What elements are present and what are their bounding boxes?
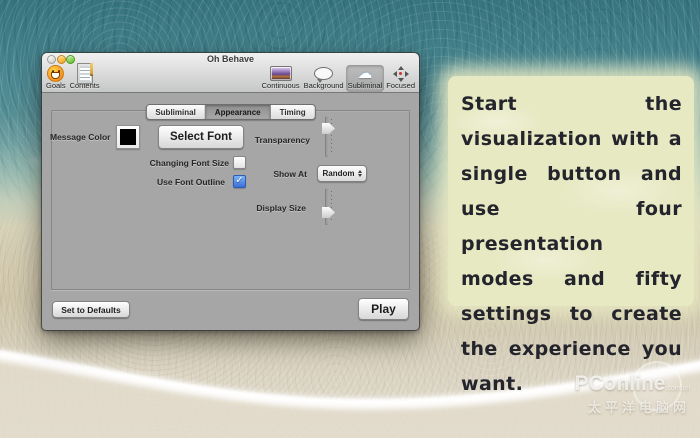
use-font-outline-label: Use Font Outline [157,177,225,187]
slider-ticks [331,191,332,223]
window-title: Oh Behave [206,54,255,64]
show-at-label: Show At [273,169,307,179]
toolbar-item-contents[interactable]: Contents [68,63,102,92]
callout-text: Start the visualization with a single bu… [461,93,682,395]
message-color-label: Message Color [50,132,111,142]
toolbar-item-subliminal[interactable]: ☁ Subliminal [345,64,385,92]
watermark-subtitle: 太平洋电脑网 [587,400,690,415]
slider-ticks [331,119,332,155]
use-font-outline-checkbox[interactable]: ✓ [233,175,246,188]
toolbar-item-background[interactable]: Background [302,65,346,92]
screenshot-root: Start the visualization with a single bu… [0,0,700,438]
toolbar-right-group: Continuous Background ☁ Subliminal Focus… [260,65,417,92]
speech-bubble-icon [314,65,334,83]
transparency-label: Transparency [254,135,310,145]
toolbar-item-label: Goals [46,81,66,90]
smiley-icon [47,65,65,82]
toolbar-item-goals[interactable]: Goals [44,65,68,92]
tab-timing[interactable]: Timing [270,105,315,119]
display-size-slider[interactable] [319,189,335,225]
picture-icon [269,65,292,82]
set-to-defaults-button[interactable]: Set to Defaults [52,301,130,318]
notepad-icon [76,63,93,84]
watermark: PConline.com.cn 太平洋电脑网 [574,361,690,416]
popup-arrows-icon [357,169,362,178]
changing-font-size-label: Changing Font Size [149,158,229,168]
tab-bar: Subliminal Appearance Timing [145,104,316,120]
watermark-domain: .com.cn [665,385,690,392]
toolbar: Goals Contents Continuous Background ☁ S… [42,63,419,92]
changing-font-size-checkbox[interactable] [233,156,246,169]
tab-appearance[interactable]: Appearance [205,105,271,119]
show-at-popup[interactable]: Random [317,165,367,182]
toolbar-item-label: Subliminal [347,81,383,90]
tab-subliminal[interactable]: Subliminal [146,105,206,119]
message-color-well[interactable] [116,125,140,149]
callout-box: Start the visualization with a single bu… [448,76,694,395]
toolbar-item-continuous[interactable]: Continuous [260,65,302,92]
display-size-label: Display Size [256,203,306,213]
app-window: Oh Behave Goals Contents Continuous Back… [42,53,419,330]
toolbar-item-label: Focused [386,81,415,90]
select-font-button[interactable]: Select Font [158,125,244,149]
checkmark-icon: ✓ [235,175,244,186]
slider-thumb[interactable] [322,123,335,134]
watermark-brand: PConline.com.cn [574,372,690,395]
toolbar-item-focused[interactable]: Focused [384,65,417,92]
transparency-slider[interactable] [319,117,335,157]
move-arrows-icon [392,65,409,82]
toolbar-item-label: Continuous [261,81,300,90]
toolbar-item-label: Background [303,81,344,90]
cloud-icon: ☁ [357,64,373,82]
window-chrome: Oh Behave Goals Contents Continuous Back… [42,53,419,93]
slider-thumb[interactable] [322,207,335,218]
color-swatch [120,129,136,145]
popup-selected-value: Random [322,169,355,178]
toolbar-left-group: Goals Contents [44,63,102,92]
play-button[interactable]: Play [358,298,409,320]
